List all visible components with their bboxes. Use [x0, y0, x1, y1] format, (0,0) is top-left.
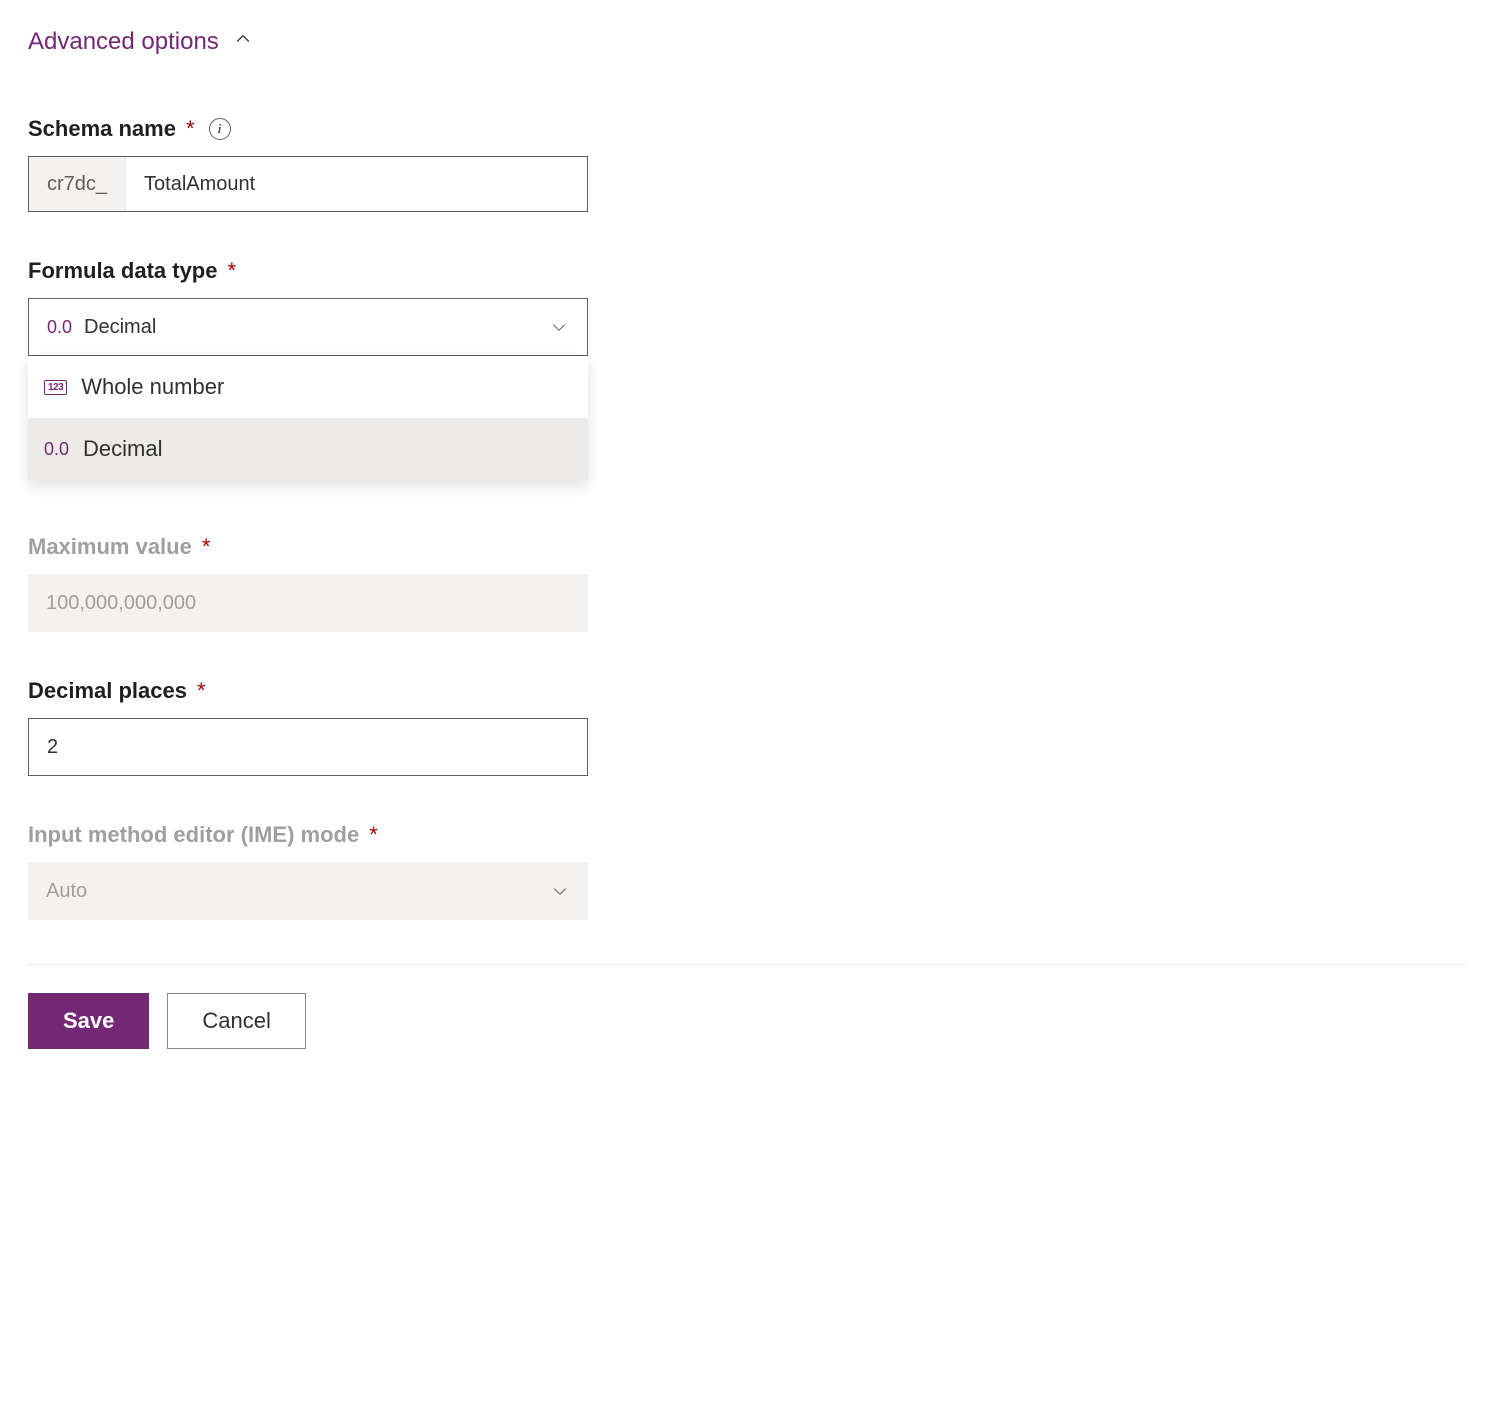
- schema-name-label: Schema name * i: [28, 116, 588, 142]
- dropdown-option-decimal[interactable]: 0.0 Decimal: [28, 418, 588, 480]
- advanced-options-label: Advanced options: [28, 28, 219, 56]
- dropdown-option-whole-number[interactable]: 123 Whole number: [28, 356, 588, 418]
- formula-data-type-field: Formula data type * 0.0 Decimal 123 Whol…: [28, 258, 588, 480]
- info-icon[interactable]: i: [209, 118, 231, 140]
- maximum-value-value: 100,000,000,000: [46, 592, 196, 615]
- ime-mode-label-text: Input method editor (IME) mode: [28, 822, 359, 848]
- chevron-down-icon: [550, 881, 570, 901]
- ime-mode-value: Auto: [46, 880, 87, 903]
- decimal-places-label-text: Decimal places: [28, 678, 187, 704]
- required-asterisk: *: [369, 822, 378, 848]
- decimal-places-input[interactable]: [28, 718, 588, 776]
- dropdown-option-label: Whole number: [81, 374, 224, 400]
- schema-name-field: Schema name * i cr7dc_: [28, 116, 588, 212]
- required-asterisk: *: [197, 678, 206, 704]
- chevron-up-icon: [233, 28, 253, 56]
- schema-name-input[interactable]: [126, 157, 587, 211]
- whole-number-icon: 123: [44, 380, 67, 395]
- schema-name-label-text: Schema name: [28, 116, 176, 142]
- save-button[interactable]: Save: [28, 993, 149, 1049]
- maximum-value-input: 100,000,000,000: [28, 574, 588, 632]
- formula-data-type-selected-label: Decimal: [84, 316, 156, 339]
- formula-data-type-label-text: Formula data type: [28, 258, 217, 284]
- required-asterisk: *: [227, 258, 236, 284]
- advanced-options-toggle[interactable]: Advanced options: [28, 28, 1466, 56]
- schema-name-prefix: cr7dc_: [29, 157, 126, 211]
- ime-mode-field: Input method editor (IME) mode * Auto: [28, 822, 588, 920]
- schema-name-input-wrapper: cr7dc_: [28, 156, 588, 212]
- formula-data-type-selected: 0.0 Decimal: [47, 316, 156, 339]
- maximum-value-field: Maximum value * 100,000,000,000: [28, 534, 588, 632]
- required-asterisk: *: [186, 116, 195, 142]
- decimal-places-label: Decimal places *: [28, 678, 588, 704]
- ime-mode-label: Input method editor (IME) mode *: [28, 822, 588, 848]
- formula-data-type-label: Formula data type *: [28, 258, 588, 284]
- chevron-down-icon: [549, 317, 569, 337]
- dropdown-option-label: Decimal: [83, 436, 162, 462]
- decimal-icon: 0.0: [44, 439, 69, 460]
- footer: Save Cancel: [28, 964, 1466, 1049]
- maximum-value-label: Maximum value *: [28, 534, 588, 560]
- ime-mode-select: Auto: [28, 862, 588, 920]
- decimal-icon: 0.0: [47, 317, 72, 338]
- formula-data-type-select[interactable]: 0.0 Decimal: [28, 298, 588, 356]
- decimal-places-field: Decimal places *: [28, 678, 588, 776]
- maximum-value-label-text: Maximum value: [28, 534, 192, 560]
- formula-data-type-dropdown: 123 Whole number 0.0 Decimal: [28, 356, 588, 480]
- required-asterisk: *: [202, 534, 211, 560]
- cancel-button[interactable]: Cancel: [167, 993, 305, 1049]
